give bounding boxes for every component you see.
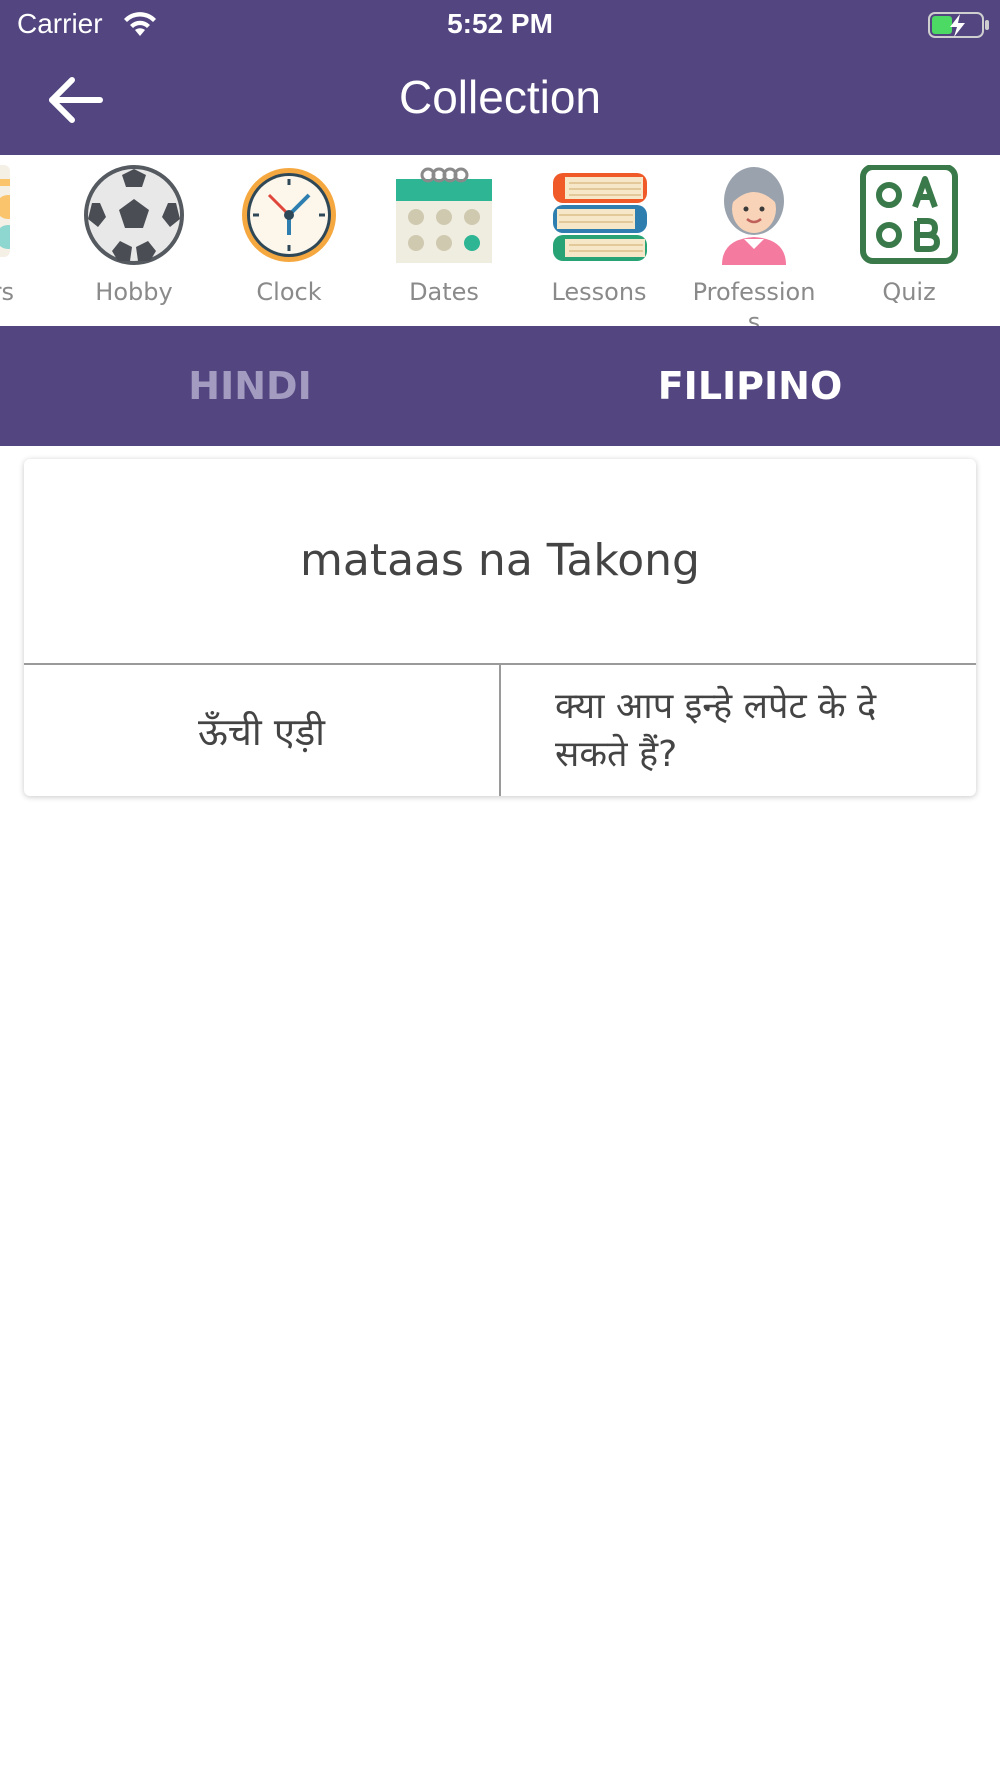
category-label: Lessons: [551, 278, 647, 306]
category-item-quiz[interactable]: Quiz: [839, 165, 979, 325]
category-item-dates[interactable]: Dates: [374, 165, 514, 325]
books-icon: [553, 173, 647, 261]
card-example: क्या आप इन्हे लपेट के दे सकते हैं?: [555, 685, 877, 775]
card-translation: ऊँची एड़ी: [197, 709, 326, 754]
grandmother-icon: [722, 167, 786, 265]
page-title: Collection: [399, 71, 601, 123]
calendar-icon: [396, 167, 492, 263]
tab-hindi[interactable]: HINDI: [0, 326, 500, 446]
battery-charging-icon: [928, 12, 989, 38]
clock-icon: [242, 168, 336, 262]
language-tab-bar: HINDI FILIPINO: [0, 326, 1000, 446]
category-strip[interactable]: rs Hobby C: [0, 155, 1000, 326]
quiz-abc-icon: [860, 165, 958, 264]
category-label: Quiz: [882, 278, 936, 306]
category-item-hobby[interactable]: Hobby: [64, 165, 204, 325]
navigation-bar: Collection: [0, 50, 1000, 155]
category-item-professions[interactable]: Profession s: [684, 165, 824, 326]
category-label: Profession s: [692, 278, 816, 326]
tab-filipino[interactable]: FILIPINO: [500, 326, 1000, 446]
colors-icon: [0, 165, 10, 257]
category-label: Dates: [409, 278, 479, 306]
category-label: Hobby: [95, 278, 173, 306]
word-card[interactable]: mataas na Takong ऊँची एड़ी क्या आप इन्हे…: [24, 459, 976, 796]
status-time: 5:52 PM: [447, 8, 553, 39]
category-label: rs: [0, 278, 14, 306]
card-divider: [499, 665, 501, 796]
category-label: Clock: [256, 278, 322, 306]
category-item-clock[interactable]: Clock: [219, 165, 359, 325]
status-bar: Carrier 5:52 PM: [0, 0, 1000, 50]
card-word: mataas na Takong: [300, 535, 700, 586]
category-item-lessons[interactable]: Lessons: [529, 165, 669, 325]
soccer-ball-icon: [84, 165, 184, 265]
category-item-colors[interactable]: rs: [0, 165, 30, 325]
